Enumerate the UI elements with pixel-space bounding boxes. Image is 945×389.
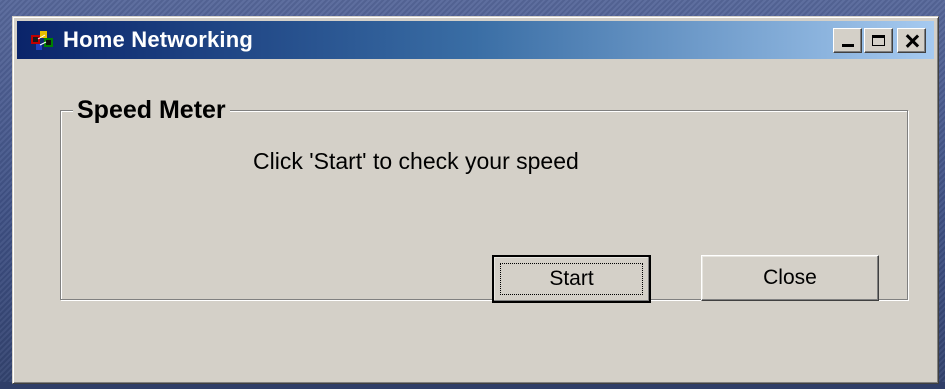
minimize-icon [842,44,854,47]
maximize-icon [872,35,885,46]
close-button-label: Close [763,266,817,289]
speed-meter-group-label: Speed Meter [73,94,230,126]
close-window-button[interactable] [897,28,926,53]
home-networking-window: Home Networking Speed Meter Click 'Start… [12,16,939,384]
window-title: Home Networking [63,27,254,52]
speed-check-instruction: Click 'Start' to check your speed [253,148,579,174]
window-controls [833,28,926,53]
speed-meter-group: Speed Meter Click 'Start' to check your … [60,94,908,303]
minimize-button[interactable] [833,28,862,53]
close-button[interactable]: Close [701,255,879,301]
title-bar[interactable]: Home Networking [17,21,934,59]
start-button[interactable]: Start [492,255,651,303]
home-networking-icon[interactable] [29,27,55,53]
maximize-button[interactable] [864,28,893,53]
close-icon [905,34,919,48]
start-button-label: Start [549,267,594,290]
